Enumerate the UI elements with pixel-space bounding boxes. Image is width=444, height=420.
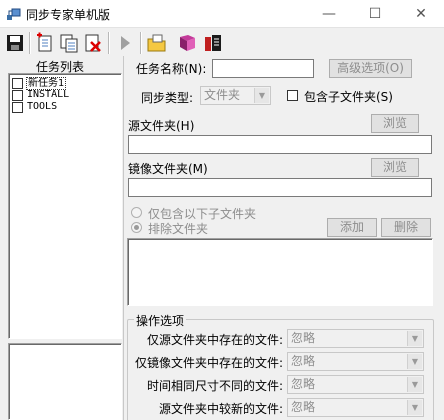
exclude-label: 排除文件夹 — [148, 222, 209, 236]
radio-selected-dot — [134, 225, 139, 230]
operation-label: 仅镜像文件夹中存在的文件: — [134, 356, 283, 370]
toolbar-separator — [108, 32, 110, 54]
include-subfolders-label: 包含子文件夹(S) — [304, 90, 393, 104]
only-include-radio[interactable] — [131, 207, 142, 218]
add-button[interactable]: 添加 — [327, 218, 377, 237]
mirror-folder-label: 镜像文件夹(M) — [128, 162, 208, 176]
source-folder-input[interactable] — [128, 135, 432, 154]
operation-value: 忽略 — [291, 377, 316, 391]
sync-type-label: 同步类型: — [141, 91, 194, 105]
app-icon — [7, 8, 21, 20]
new-task-icon[interactable] — [34, 32, 56, 54]
task-name-label: 任务名称(N): — [136, 62, 207, 76]
task-name-input[interactable] — [212, 59, 314, 78]
operation-row: 时间相同尺寸不同的文件: 忽略 ▼ — [130, 374, 430, 394]
source-folder-label: 源文件夹(H) — [128, 119, 195, 133]
task-checkbox[interactable] — [12, 78, 23, 89]
maximize-button[interactable]: ☐ — [352, 0, 398, 28]
operation-row: 仅源文件夹中存在的文件: 忽略 ▼ — [130, 328, 430, 348]
operation-select[interactable]: 忽略 ▼ — [287, 352, 424, 371]
task-checkbox[interactable] — [12, 90, 23, 101]
operation-select[interactable]: 忽略 ▼ — [287, 329, 424, 348]
task-checkbox[interactable] — [12, 102, 23, 113]
operation-value: 忽略 — [291, 400, 316, 414]
copy-task-icon[interactable] — [58, 32, 80, 54]
window-title: 同步专家单机版 — [26, 8, 111, 22]
sync-type-select[interactable]: 文件夹 ▼ — [200, 86, 271, 105]
toolbar-separator — [29, 32, 31, 54]
operation-row: 源文件夹中较新的文件: 忽略 ▼ — [130, 397, 430, 417]
book-icon[interactable] — [176, 32, 198, 54]
folder-list-box[interactable] — [127, 238, 433, 306]
settings-icon[interactable] — [202, 32, 224, 54]
operation-row: 仅镜像文件夹中存在的文件: 忽略 ▼ — [130, 351, 430, 371]
chevron-down-icon: ▼ — [407, 377, 422, 392]
save-icon[interactable] — [4, 32, 26, 54]
operation-select[interactable]: 忽略 ▼ — [287, 398, 424, 417]
task-label: TOOLS — [27, 101, 58, 112]
operation-value: 忽略 — [291, 331, 316, 345]
task-label: INSTALL — [27, 89, 70, 100]
minimize-button[interactable]: — — [306, 0, 352, 28]
source-browse-button[interactable]: 浏览 — [371, 114, 419, 133]
mirror-browse-button[interactable]: 浏览 — [371, 158, 419, 177]
chevron-down-icon: ▼ — [407, 400, 422, 415]
open-folder-icon[interactable] — [146, 32, 168, 54]
operation-label: 时间相同尺寸不同的文件: — [146, 379, 283, 393]
include-subfolders-checkbox[interactable] — [287, 90, 298, 101]
operation-select[interactable]: 忽略 ▼ — [287, 375, 424, 394]
chevron-down-icon: ▼ — [254, 88, 269, 103]
exclude-radio[interactable] — [131, 222, 142, 233]
sync-type-value: 文件夹 — [204, 88, 241, 102]
chevron-down-icon: ▼ — [407, 331, 422, 346]
delete-button[interactable]: 删除 — [381, 218, 431, 237]
close-button[interactable]: ✕ — [398, 0, 444, 28]
operation-value: 忽略 — [291, 354, 316, 368]
task-info-panel — [8, 343, 122, 420]
operation-label: 仅源文件夹中存在的文件: — [146, 333, 283, 347]
mirror-folder-input[interactable] — [128, 178, 432, 197]
run-icon[interactable] — [114, 32, 136, 54]
toolbar-separator — [140, 32, 142, 54]
task-list[interactable]: 新任务1 INSTALL TOOLS — [8, 73, 122, 339]
operation-label: 源文件夹中较新的文件: — [158, 402, 283, 416]
advanced-options-button[interactable]: 高级选项(O) — [329, 59, 412, 78]
chevron-down-icon: ▼ — [407, 354, 422, 369]
title-bar: 同步专家单机版 — ☐ ✕ — [0, 0, 444, 28]
operations-title: 操作选项 — [134, 312, 187, 329]
delete-task-icon[interactable] — [82, 32, 104, 54]
